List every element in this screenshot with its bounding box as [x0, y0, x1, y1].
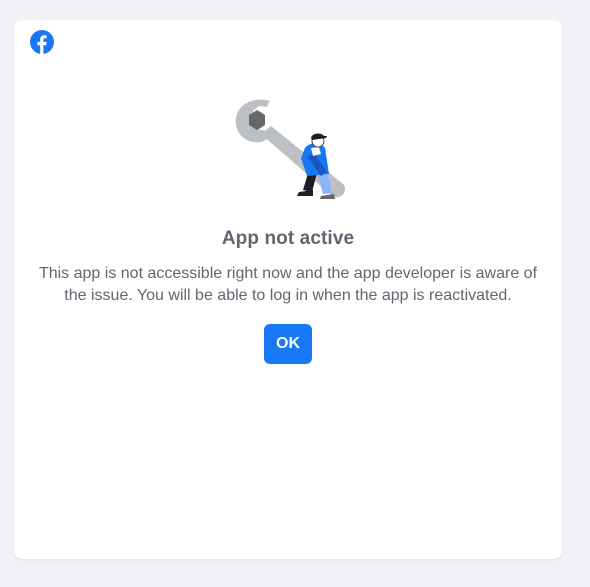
dialog-card: App not active This app is not accessibl… [14, 20, 562, 559]
ok-button[interactable]: OK [264, 324, 312, 364]
wrench-mechanic-illustration [235, 99, 345, 199]
dialog-message: This app is not accessible right now and… [38, 265, 538, 304]
dialog-title: App not active [221, 228, 355, 249]
facebook-icon[interactable] [30, 30, 54, 54]
